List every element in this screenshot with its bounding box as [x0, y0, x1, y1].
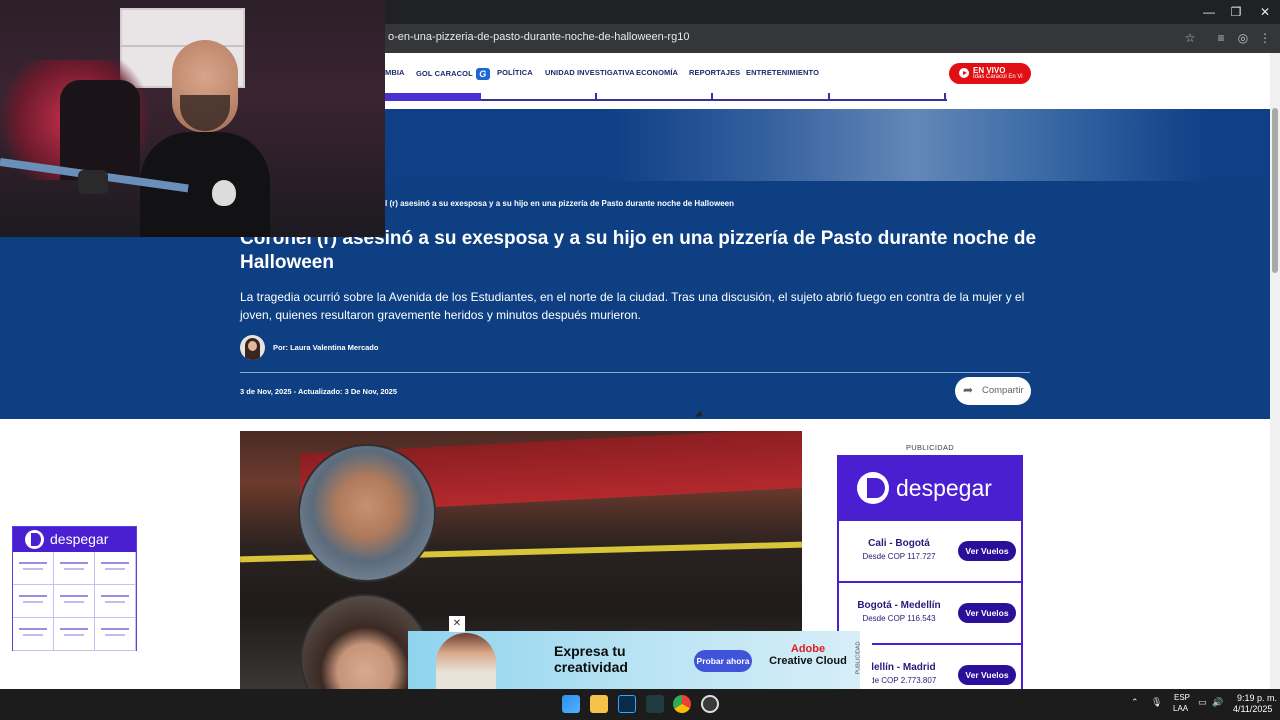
mini-offer-cell[interactable]	[95, 585, 136, 618]
nav-item-gol-caracol[interactable]: GOL CARACOL G	[416, 68, 490, 80]
nav-item-politica[interactable]: POLÍTICA	[497, 68, 533, 77]
close-window-icon[interactable]: ✕	[1251, 2, 1279, 22]
mini-offer-cell[interactable]	[95, 618, 136, 651]
ver-vuelos-button[interactable]: Ver Vuelos	[958, 603, 1016, 623]
nav-item-entretenimiento[interactable]: ENTRETENIMIENTO	[746, 68, 819, 77]
mini-offer-cell[interactable]	[54, 618, 95, 651]
despegar-mini-header: despegar	[13, 527, 136, 552]
advertising-label: PUBLICIDAD	[905, 443, 954, 452]
obs-icon[interactable]	[701, 695, 719, 713]
mini-offer-cell[interactable]	[13, 585, 54, 618]
share-button[interactable]: ➦ Compartir	[955, 377, 1031, 405]
mini-offer-cell[interactable]	[13, 552, 54, 585]
media-controls-icon[interactable]: ≡	[1212, 29, 1230, 47]
language-indicator[interactable]: ESP	[1174, 693, 1190, 702]
progress-tick	[828, 93, 830, 101]
ver-vuelos-button[interactable]: Ver Vuelos	[958, 665, 1016, 685]
photoshop-icon[interactable]	[618, 695, 636, 713]
tray-chevron-icon[interactable]: ⌃	[1131, 697, 1139, 708]
photo-inset-man	[298, 444, 436, 582]
mini-offer-cell[interactable]	[54, 552, 95, 585]
play-icon	[959, 68, 969, 78]
adobe-brand: Adobe Creative Cloud	[768, 643, 848, 667]
author-byline[interactable]: Por: Laura Valentina Mercado	[273, 343, 378, 352]
progress-tick	[944, 93, 946, 101]
keyboard-layout-indicator[interactable]: LAA	[1173, 704, 1188, 713]
despegar-mini-brand: despegar	[50, 531, 109, 547]
mini-offer-cell[interactable]	[54, 585, 95, 618]
reading-progress-fill	[385, 93, 481, 101]
progress-tick	[711, 93, 713, 101]
clock-date[interactable]: 4/11/2025	[1233, 704, 1272, 714]
breadcrumb: l (r) asesinó a su exesposa y a su hijo …	[385, 199, 734, 208]
clock-time[interactable]: 9:19 p. m.	[1237, 693, 1277, 703]
close-ad-icon[interactable]: ✕	[449, 616, 465, 632]
live-button[interactable]: EN VIVO Ídas Caracol En Vi	[949, 63, 1031, 84]
terminal-app-icon[interactable]	[646, 695, 664, 713]
webcam-overlay	[0, 0, 385, 237]
flight-offer: Cali - Bogotá Desde COP 117.727 Ver Vuel…	[839, 519, 1021, 581]
despegar-logo-icon	[857, 472, 889, 504]
despegar-ad-header: despegar	[839, 457, 1021, 519]
adobe-ad-banner[interactable]: Expresa tu creatividad Probar ahora Adob…	[408, 631, 863, 689]
adobe-brand-line2: Creative Cloud	[769, 655, 847, 667]
nav-item-unidad-investigativa[interactable]: UNIDAD INVESTIGATIVA	[545, 68, 635, 77]
mini-offer-cell[interactable]	[95, 552, 136, 585]
article-lede: La tragedia ocurrió sobre la Avenida de …	[240, 290, 1025, 322]
ad-model-image	[436, 633, 496, 689]
progress-tick	[595, 93, 597, 101]
volume-icon[interactable]: 🔊	[1212, 697, 1223, 708]
adobe-brand-line1: Adobe	[790, 643, 826, 655]
share-label: Compartir	[982, 385, 1024, 396]
windows-start-icon[interactable]	[562, 695, 580, 713]
live-subtitle: Ídas Caracol En Vi	[973, 74, 1023, 80]
flight-route: Cali - Bogotá	[868, 538, 930, 549]
file-explorer-icon[interactable]	[590, 695, 608, 713]
alien-shirt-logo-icon	[212, 180, 236, 206]
despegar-brand: despegar	[896, 475, 992, 501]
author-avatar[interactable]	[240, 335, 265, 360]
ad-headline: Expresa tu creatividad	[554, 643, 628, 675]
header-divider	[240, 372, 1030, 373]
url-text[interactable]: o-en-una-pizzeria-de-pasto-durante-noche…	[388, 31, 689, 43]
scrollbar-thumb[interactable]	[1272, 108, 1278, 273]
microphone-icon	[78, 170, 108, 194]
minimize-icon[interactable]: —	[1195, 2, 1223, 22]
microphone-tray-icon[interactable]: 🎙	[1151, 697, 1162, 708]
flight-price: Desde COP 117.727	[862, 552, 936, 561]
nav-item-reportajes[interactable]: REPORTAJES	[689, 68, 740, 77]
article-dateline: 3 de Nov, 2025 - Actualizado: 3 De Nov, …	[240, 387, 398, 396]
share-arrow-icon: ➦	[963, 383, 974, 397]
ad-side-label: PUBLICIDAD	[856, 631, 872, 689]
mini-offer-cell[interactable]	[13, 618, 54, 651]
gol-caracol-logo-icon: G	[475, 68, 490, 80]
browser-menu-icon[interactable]: ⋮	[1256, 29, 1274, 47]
despegar-logo-icon	[25, 530, 44, 549]
profile-icon[interactable]: ◎	[1234, 29, 1252, 47]
nav-item-gol-caracol-label: GOL CARACOL	[416, 68, 473, 78]
ver-vuelos-button[interactable]: Ver Vuelos	[958, 541, 1016, 561]
bookmark-star-icon[interactable]: ☆	[1181, 29, 1199, 47]
flight-route: Bogotá - Medellín	[857, 600, 941, 611]
nav-item-economia[interactable]: ECONOMÍA	[636, 68, 678, 77]
network-icon[interactable]: ▭	[1198, 697, 1207, 708]
chrome-icon[interactable]	[673, 695, 691, 713]
flight-price: Desde COP 116.543	[862, 614, 936, 623]
probar-ahora-button[interactable]: Probar ahora	[694, 650, 752, 672]
restore-icon[interactable]: ❐	[1222, 2, 1250, 22]
page-scrollbar[interactable]	[1270, 53, 1280, 689]
windows-taskbar: ⌃ 🎙 ESP LAA ▭ 🔊 9:19 p. m. 4/11/2025	[0, 689, 1280, 720]
avatar-face	[248, 341, 257, 351]
reading-progress-bar	[385, 93, 947, 101]
webcam-chair	[60, 80, 140, 180]
nav-item-colombia[interactable]: MBIA	[385, 68, 405, 77]
ad-side-label-text: PUBLICIDAD	[855, 641, 862, 675]
webcam-shelf-divider	[120, 45, 245, 47]
despegar-ad-left[interactable]: despegar	[12, 526, 137, 651]
